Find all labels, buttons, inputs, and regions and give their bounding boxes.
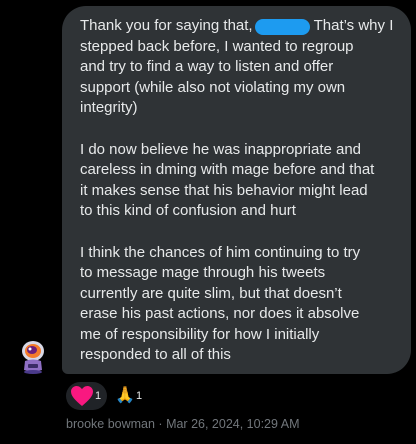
message-bubble[interactable]: Thank you for saying that, That’s why I s… xyxy=(62,6,411,374)
reaction-folded-hands[interactable]: 🙏 1 xyxy=(111,382,148,410)
folded-hands-icon: 🙏 xyxy=(115,387,136,404)
sender-name: brooke bowman xyxy=(66,417,155,431)
message-paragraph-3: I think the chances of him continuing to… xyxy=(80,243,361,364)
meta-separator: · xyxy=(154,417,167,431)
astronaut-avatar-icon xyxy=(22,341,44,374)
redaction-mark xyxy=(255,19,310,35)
message-meta: brooke bowman · Mar 26, 2024, 10:29 AM xyxy=(66,417,299,431)
reaction-heart[interactable]: 1 xyxy=(66,382,108,410)
avatar[interactable] xyxy=(18,334,48,374)
reaction-heart-count: 1 xyxy=(95,390,102,402)
message-paragraph-2: I do now believe he was inappropriate an… xyxy=(80,140,375,220)
message-line-1: Thank you for saying that, That’s why I xyxy=(80,16,397,37)
message-paragraph-1: stepped back before, I wanted to regroup… xyxy=(80,37,354,117)
reactions-bar: 1 🙏 1 xyxy=(66,382,148,410)
reaction-folded-hands-count: 1 xyxy=(136,390,143,402)
message-line-1-end: That’s why I xyxy=(313,17,394,34)
message-line-1-start: Thank you for saying that, xyxy=(80,17,253,34)
message-timestamp: Mar 26, 2024, 10:29 AM xyxy=(166,417,300,431)
heart-icon xyxy=(71,386,93,406)
